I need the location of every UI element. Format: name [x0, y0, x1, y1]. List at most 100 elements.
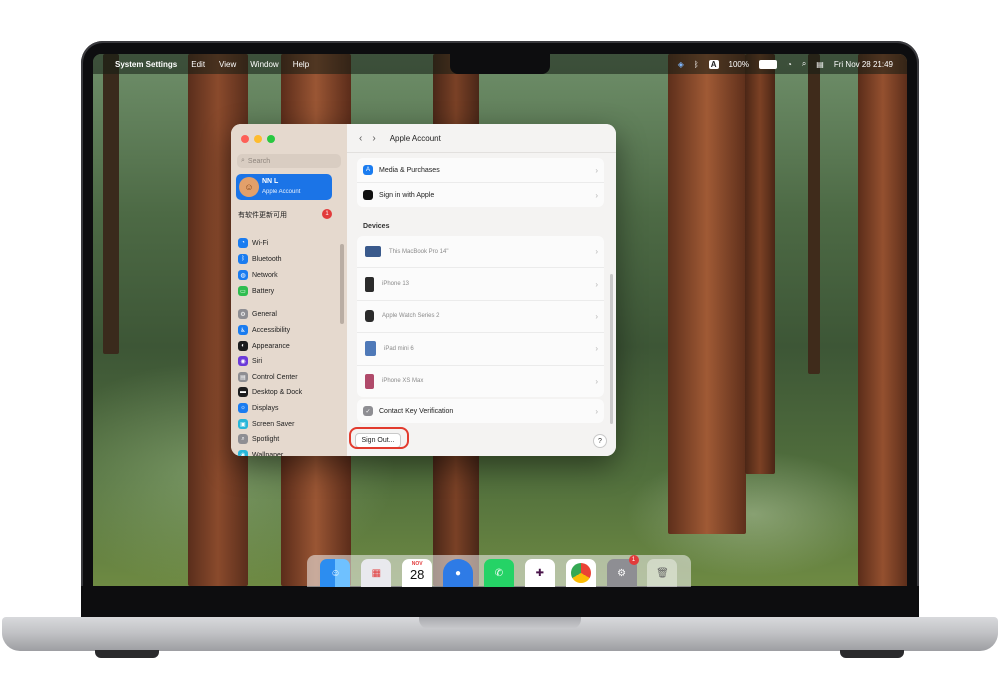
device-label: Apple Watch Series 2: [382, 313, 440, 320]
sidebar-item-label: Bluetooth: [252, 255, 282, 263]
chevron-right-icon: ›: [595, 247, 598, 257]
system-settings-icon[interactable]: ⚙ 1: [606, 555, 639, 587]
account-subtitle: Apple Account: [262, 189, 301, 195]
sidebar-item-bluetooth[interactable]: ᛒ Bluetooth: [238, 253, 282, 265]
dock: ☺ ▦ NOV 28 ● ✆ ✚ ⚙ 1 🗑: [307, 555, 691, 587]
minimize-window-button[interactable]: [254, 135, 262, 143]
devices-heading: Devices: [363, 223, 390, 230]
device-row[interactable]: iPhone XS Max ›: [357, 366, 604, 397]
spotlight-menu-icon[interactable]: ⌕: [802, 59, 806, 69]
bluetooth-icon: ᛒ: [238, 254, 248, 264]
back-button[interactable]: ‹: [359, 133, 362, 144]
sidebar-item-control-center[interactable]: ▤ Control Center: [238, 371, 298, 383]
finder-icon[interactable]: ☺: [320, 559, 351, 587]
sidebar-item-desktop-dock[interactable]: ▬ Desktop & Dock: [238, 386, 302, 398]
gear-icon: ⚙: [238, 309, 248, 319]
wifi-status-icon[interactable]: ◔: [787, 60, 792, 69]
account-name: NN L: [262, 178, 279, 185]
help-button[interactable]: ?: [593, 434, 607, 448]
whatsapp-icon[interactable]: ✆: [483, 559, 514, 587]
menu-app-name[interactable]: System Settings: [115, 60, 177, 69]
content-toolbar: ‹ › Apple Account: [347, 124, 616, 153]
software-update-available[interactable]: 有软件更新可用 1: [238, 209, 338, 220]
media-purchases-row[interactable]: A Media & Purchases ›: [357, 158, 604, 183]
contact-key-verification-row[interactable]: ✓ Contact Key Verification ›: [357, 399, 604, 423]
camera-notch: [450, 54, 550, 74]
device-label: iPhone 13: [382, 281, 410, 288]
chevron-right-icon: ›: [595, 344, 598, 354]
chevron-right-icon: ›: [595, 376, 598, 386]
sidebar-item-label: Siri: [252, 357, 263, 365]
content-scrollbar[interactable]: [610, 274, 613, 424]
sidebar-item-network[interactable]: ◍ Network: [238, 269, 278, 281]
device-label: This MacBook Pro 14": [389, 248, 449, 255]
menu-window[interactable]: Window: [250, 60, 278, 69]
battery-icon: ▭: [238, 286, 248, 296]
globe-icon: ◍: [238, 270, 248, 280]
trash-icon[interactable]: 🗑: [647, 559, 678, 587]
laptop-foot: [840, 650, 904, 658]
battery-icon[interactable]: [758, 59, 777, 69]
launchpad-icon[interactable]: ▦: [361, 559, 392, 587]
sidebar-item-label: Wallpaper: [252, 451, 284, 457]
displays-icon: ☼: [238, 403, 248, 413]
sidebar-item-wi-fi[interactable]: ◔ Wi-Fi: [238, 237, 268, 249]
device-row[interactable]: iPad mini 6 ›: [357, 333, 604, 366]
chevron-right-icon: ›: [595, 190, 598, 200]
sidebar-apple-account[interactable]: ☺ NN L Apple Account: [236, 174, 332, 200]
wallpaper-tree: [745, 54, 775, 474]
wallpaper-tree: [668, 54, 746, 534]
sign-in-with-apple-row[interactable]: Sign in with Apple ›: [357, 183, 604, 207]
search-icon: ⌕: [241, 157, 245, 164]
iphone-icon: [365, 373, 374, 389]
menu-edit[interactable]: Edit: [191, 60, 205, 69]
sidebar-scrollbar[interactable]: [340, 244, 344, 324]
wallpaper-icon: ❀: [238, 450, 248, 456]
sidebar-item-displays[interactable]: ☼ Displays: [238, 402, 278, 414]
control-center-icon: ▤: [238, 372, 248, 382]
menu-help[interactable]: Help: [293, 60, 309, 69]
device-row[interactable]: iPhone 13 ›: [357, 268, 604, 301]
input-source-indicator[interactable]: A: [708, 59, 719, 69]
search-placeholder: Search: [247, 157, 271, 165]
sidebar-search-field[interactable]: ⌕ Search: [237, 154, 341, 168]
sidebar-item-label: Network: [252, 271, 278, 279]
sidebar-item-siri[interactable]: ◉ Siri: [238, 355, 262, 367]
app-icon[interactable]: ●: [443, 559, 474, 587]
device-row[interactable]: Apple Watch Series 2 ›: [357, 301, 604, 334]
close-window-button[interactable]: [241, 135, 249, 143]
forward-button[interactable]: ›: [372, 133, 375, 144]
control-center-menu-icon[interactable]: ▤: [816, 60, 824, 69]
sidebar-item-label: Spotlight: [252, 435, 280, 443]
sidebar-item-accessibility[interactable]: ♿ Accessibility: [238, 324, 290, 336]
chrome-icon[interactable]: [565, 559, 596, 587]
window-traffic-lights: [241, 135, 275, 143]
appearance-icon: ◐: [238, 341, 248, 351]
sign-in-with-apple-label: Sign in with Apple: [379, 191, 435, 199]
slack-icon[interactable]: ✚: [524, 559, 555, 587]
sidebar-item-wallpaper[interactable]: ❀ Wallpaper: [238, 449, 283, 456]
sidebar-item-screen-saver[interactable]: ▣ Screen Saver: [238, 418, 294, 430]
menu-clock[interactable]: Fri Nov 28 21:49: [834, 60, 893, 69]
software-update-label: 有软件更新可用: [238, 212, 287, 219]
menu-view[interactable]: View: [219, 60, 236, 69]
apple-logo-icon: [363, 190, 373, 200]
wallpaper-tree: [858, 54, 907, 586]
sidebar-item-general[interactable]: ⚙ General: [238, 308, 277, 320]
zoom-window-button[interactable]: [267, 135, 275, 143]
laptop-bezel-bottom: [81, 586, 919, 620]
sidebar-item-appearance[interactable]: ◐ Appearance: [238, 340, 290, 352]
chevron-right-icon: ›: [595, 406, 598, 416]
sidebar-item-battery[interactable]: ▭ Battery: [238, 285, 274, 297]
sidebar-item-spotlight[interactable]: ⌕ Spotlight: [238, 433, 279, 445]
calendar-icon[interactable]: NOV 28: [402, 559, 433, 587]
contact-key-label: Contact Key Verification: [379, 407, 454, 415]
bluetooth-status-icon[interactable]: ᛒ: [694, 60, 699, 69]
device-row[interactable]: This MacBook Pro 14" ›: [357, 236, 604, 269]
battery-percent: 100%: [728, 59, 749, 69]
screen-saver-icon: ▣: [238, 419, 248, 429]
account-options-group: A Media & Purchases › Sign in with Apple…: [357, 158, 604, 207]
cloud-status-icon[interactable]: ◈: [678, 60, 684, 69]
chevron-right-icon: ›: [595, 165, 598, 175]
chevron-right-icon: ›: [595, 279, 598, 289]
